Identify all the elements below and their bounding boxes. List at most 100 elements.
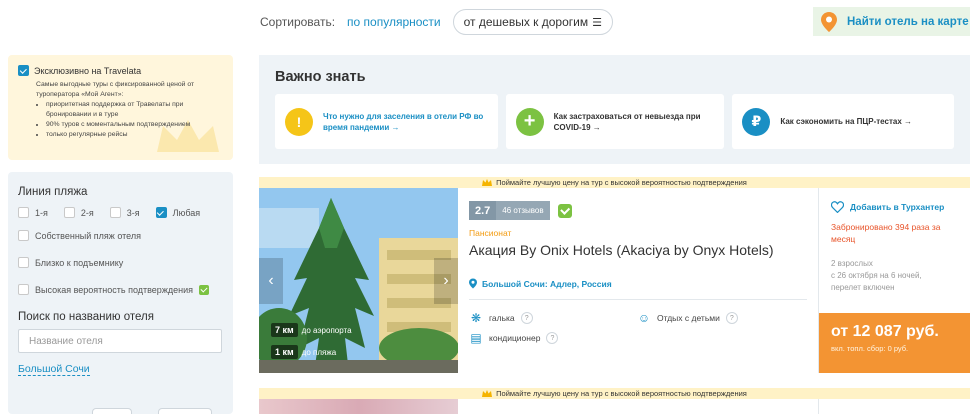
distance-beach: 1 км до пляжа (271, 345, 336, 359)
exclusive-description: Самые выгодные туры с фиксированной цено… (36, 80, 223, 140)
tour-param: перелет включен (831, 283, 895, 292)
feature-label: галька (489, 313, 515, 323)
hotel-location[interactable]: Большой Сочи: Адлер, Россия (469, 278, 807, 300)
find-on-map-button[interactable]: Найти отель на карте (813, 7, 970, 36)
sort-by-popularity[interactable]: по популярности (347, 15, 441, 29)
option-label: 1-я (35, 207, 48, 218)
aircon-icon: ▤ (470, 331, 482, 345)
prev-photo-icon[interactable]: ‹ (259, 258, 283, 304)
search-results-page: { "sort": { "label": "Сортировать:", "po… (0, 0, 970, 414)
favorite-label: Добавить в Турхантер (850, 202, 945, 212)
tour-param: с 26 октября на 6 ночей, (831, 271, 922, 280)
checkbox[interactable] (18, 284, 29, 295)
feature-kids: ☺ Отдых с детьми ? (637, 308, 787, 328)
hotel-photo[interactable] (259, 399, 458, 414)
feature-pebble: ❋ галька ? (469, 308, 637, 328)
distance-label: до аэропорта (301, 325, 352, 335)
info-card-text: Что нужно для заселения в отели РФ во вр… (323, 111, 484, 132)
reviews-count: 46 отзывов (496, 201, 550, 220)
location-pin-icon (469, 278, 477, 289)
rating-box[interactable]: 2.7 46 отзывов (469, 201, 550, 220)
beach-line-option-1[interactable]: 1-я (18, 207, 48, 218)
filter-label: Высокая вероятность подтверждения (35, 284, 193, 295)
filter-label: Близко к подъемнику (35, 257, 124, 268)
option-label: 2-я (80, 207, 94, 218)
price-note: вкл. топл. сбор: 0 руб. (831, 344, 909, 353)
exclusive-bullet: приоритетная поддержка от Травелаты при … (46, 100, 223, 120)
beach-line-option-2[interactable]: 2-я (63, 207, 94, 218)
exclusive-bullet: только регулярные рейсы (46, 130, 223, 140)
beach-line-option-3[interactable]: 3-я (109, 207, 140, 218)
filter-button-stub[interactable] (92, 408, 132, 414)
important-info-block: Важно знать ! Что нужно для заселения в … (259, 55, 970, 164)
plus-icon: + (515, 107, 544, 136)
info-card-text: Как сэкономить на ПЦР-тестах → (780, 117, 913, 126)
info-card-text: Как застраховаться от невыезда при COVID… (553, 111, 701, 132)
pebble-icon: ❋ (470, 311, 482, 325)
checkbox[interactable] (109, 207, 121, 218)
high-confirmation-filter[interactable]: Высокая вероятность подтверждения (18, 284, 223, 295)
hotel-name[interactable]: Акация By Onix Hotels (Akaciya by Onyx H… (469, 242, 807, 258)
map-pin-icon (821, 11, 837, 32)
help-icon[interactable]: ? (520, 312, 533, 324)
filter-label: Собственный пляж отеля (35, 230, 141, 241)
tour-params: 2 взрослых с 26 октября на 6 ночей, пере… (831, 258, 958, 294)
hotel-card-next (259, 399, 970, 414)
hotel-name-input[interactable] (18, 329, 222, 353)
option-label: Любая (172, 207, 201, 218)
hotel-name-search-title: Поиск по названию отеля (18, 311, 154, 323)
exclusive-desc-text: Самые выгодные туры с фиксированной цено… (36, 81, 195, 98)
hotel-card: ‹ › 7 км до аэропорта 1 км до пляжа 2.7 … (259, 188, 970, 373)
filters-panel: Линия пляжа 1-я 2-я 3-я Любая Собственны… (8, 172, 233, 414)
crown-icon (482, 390, 493, 397)
sort-by-price-button[interactable]: от дешевых к дорогим ☰ (452, 9, 613, 35)
info-card-insurance[interactable]: + Как застраховаться от невыезда при COV… (505, 94, 725, 149)
price-button[interactable]: от 12 087 руб. вкл. топл. сбор: 0 руб. (819, 313, 970, 373)
feature-aircon: ▤ кондиционер ? (469, 328, 637, 348)
checkbox[interactable] (18, 257, 29, 268)
filter-button-stub[interactable] (158, 408, 212, 414)
near-lift-filter[interactable]: Близко к подъемнику (18, 257, 223, 268)
next-photo-icon[interactable]: › (434, 258, 458, 304)
option-label: 3-я (126, 207, 140, 218)
distance-label: до пляжа (301, 347, 337, 357)
checkbox[interactable] (63, 207, 75, 218)
checkbox[interactable] (155, 207, 167, 218)
info-card-pcr[interactable]: ₽ Как сэкономить на ПЦР-тестах → (732, 94, 954, 149)
banner-text: Поймайте лучшую цену на тур с высокой ве… (496, 389, 747, 398)
best-price-banner: Поймайте лучшую цену на тур с высокой ве… (259, 388, 970, 399)
help-icon[interactable]: ? (725, 312, 738, 324)
exclusive-checkbox-row[interactable]: Эксклюзивно на Travelata (18, 65, 223, 76)
exclusive-title: Эксклюзивно на Travelata (34, 65, 142, 76)
distance-km: 1 км (271, 345, 298, 359)
sort-lines-icon: ☰ (592, 16, 602, 29)
help-icon[interactable]: ? (546, 332, 559, 344)
region-link[interactable]: Большой Сочи (18, 363, 90, 376)
rating-score: 2.7 (475, 204, 491, 217)
booking-count: Забронировано 394 раза за месяц (831, 222, 941, 244)
beach-line-option-any[interactable]: Любая (155, 207, 201, 218)
info-card-pandemic[interactable]: ! Что нужно для заселения в отели РФ во … (275, 94, 498, 149)
exclusive-checkbox[interactable] (18, 65, 29, 76)
hotel-side-panel: Добавить в Турхантер Забронировано 394 р… (818, 188, 970, 373)
distance-airport: 7 км до аэропорта (271, 323, 352, 337)
sort-bar: Сортировать: по популярности от дешевых … (260, 8, 613, 36)
hotel-info: 2.7 46 отзывов Пансионат Акация By Onix … (458, 188, 818, 373)
feature-label: кондиционер (489, 333, 541, 343)
confirmation-badge-icon (557, 203, 572, 218)
sort-label: Сортировать: (260, 15, 336, 29)
hotel-photo[interactable]: ‹ › 7 км до аэропорта 1 км до пляжа (259, 188, 458, 373)
tour-param: 2 взрослых (831, 259, 873, 268)
checkbox[interactable] (18, 207, 29, 218)
map-button-label: Найти отель на карте (847, 15, 969, 28)
crown-icon (482, 179, 493, 186)
feature-label: Отдых с детьми (657, 313, 720, 323)
add-to-favorites-button[interactable]: Добавить в Турхантер (831, 201, 958, 213)
confirmation-badge-icon (198, 284, 209, 295)
checkbox[interactable] (18, 230, 29, 241)
hotel-rating: 2.7 46 отзывов (469, 201, 807, 220)
own-beach-filter[interactable]: Собственный пляж отеля (18, 230, 223, 241)
hotel-type: Пансионат (469, 228, 512, 238)
hotel-side-panel (818, 399, 970, 414)
exclusive-filter: Эксклюзивно на Travelata Самые выгодные … (8, 55, 233, 160)
